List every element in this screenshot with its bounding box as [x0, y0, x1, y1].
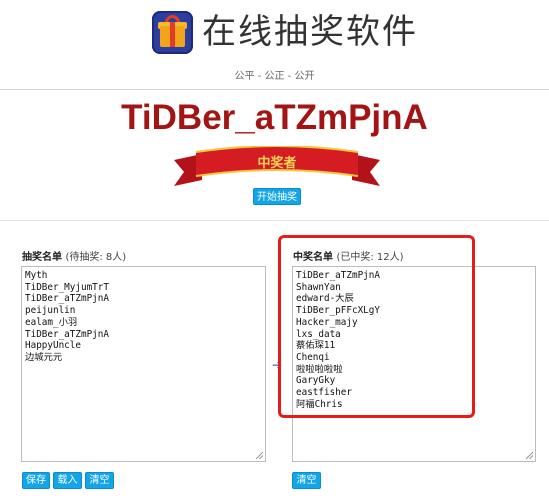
resize-grip-icon[interactable] — [526, 452, 533, 459]
app-slogan: 公平 - 公正 - 公开 — [234, 71, 315, 82]
current-winner-name: TiDBer_aTZmPjnA — [121, 98, 428, 137]
banner-label: 中奖者 — [257, 155, 296, 171]
list-item: TiDBer_aTZmPjnA — [25, 328, 109, 340]
section-divider — [0, 220, 549, 221]
app-header: 在线抽奖软件 公平 - 公正 - 公开 — [0, 0, 549, 90]
candidate-list-title: 抽奖名单 (待抽奖: 8人) — [22, 248, 126, 263]
list-item: peijunlin — [25, 305, 76, 317]
save-button[interactable]: 保存 — [22, 472, 50, 489]
list-item: TiDBer_aTZmPjnA — [25, 293, 109, 305]
clear-winners-button[interactable]: 清空 — [292, 472, 321, 489]
resize-grip-icon[interactable] — [256, 452, 263, 459]
list-item: Myth — [25, 270, 48, 281]
clear-candidates-button[interactable]: 清空 — [85, 472, 114, 489]
list-item: TiDBer_MyjumTrT — [25, 281, 109, 293]
winner-ribbon-banner: 中奖者 — [174, 146, 380, 186]
candidate-list-textarea[interactable]: Myth TiDBer_MyjumTrT TiDBer_aTZmPjnA pei… — [21, 266, 266, 462]
list-item: 边城元元 — [25, 351, 63, 363]
start-draw-button[interactable]: 开始抽奖 — [253, 188, 301, 205]
winner-list-highlight-box — [278, 235, 475, 418]
candidate-list-label: 抽奖名单 — [22, 252, 62, 263]
candidate-count: (待抽奖: 8人) — [65, 252, 127, 263]
app-title: 在线抽奖软件 — [202, 12, 418, 52]
gift-box-icon — [152, 11, 193, 54]
list-item: HappyUncle — [25, 340, 81, 352]
list-item: ealam_小羽 — [25, 316, 78, 328]
load-button[interactable]: 载入 — [53, 472, 82, 489]
